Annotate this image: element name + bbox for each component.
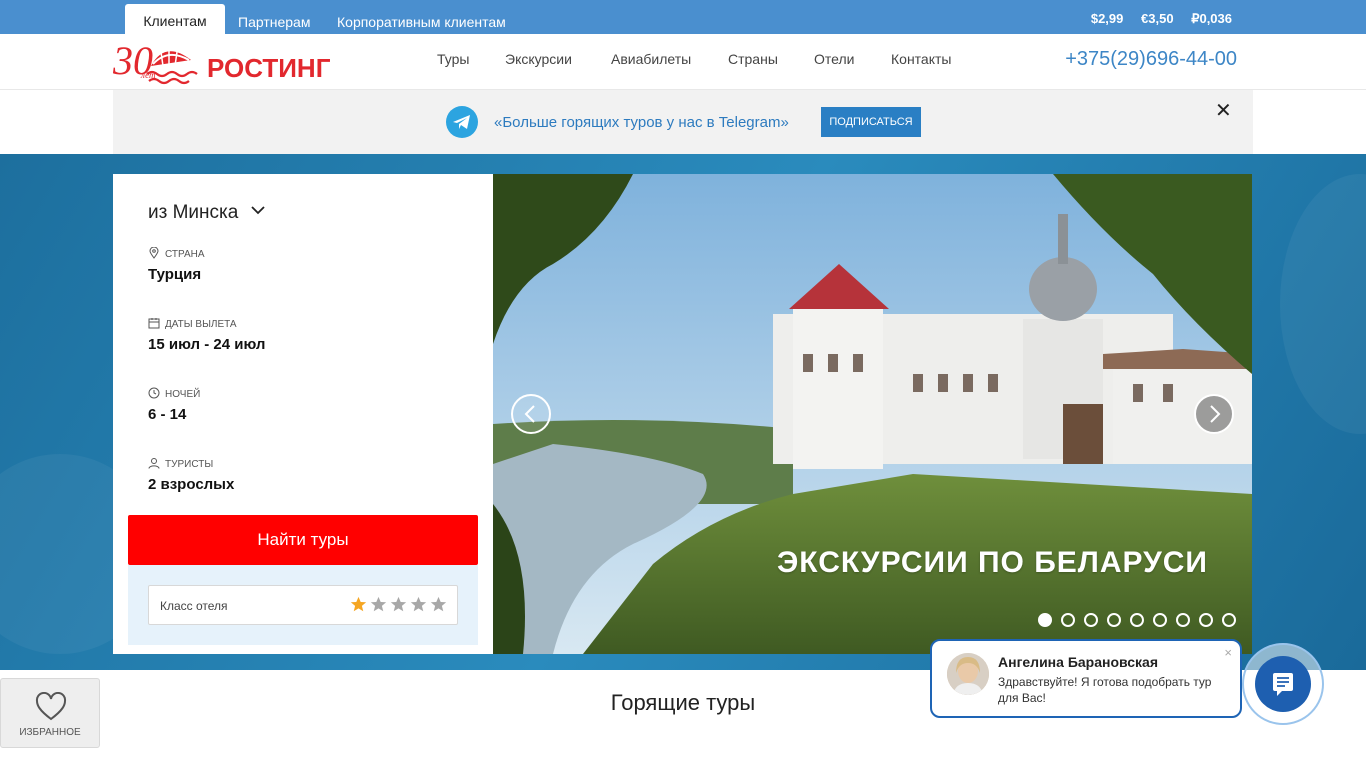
nights-field[interactable]: 6 - 14 [148, 406, 186, 423]
slider-dot[interactable] [1199, 613, 1213, 627]
tourists-label: Туристы [148, 457, 213, 470]
chat-agent-name: Ангелина Барановская [998, 654, 1159, 670]
hotel-class-stars [347, 596, 447, 618]
logo[interactable]: 30 лет РОСТИНГ [112, 38, 338, 88]
favorites-label: ИЗБРАННОЕ [19, 727, 81, 738]
rate-eur: €3,50 [1141, 11, 1174, 26]
country-label: Страна [148, 247, 205, 260]
person-icon [148, 458, 160, 469]
slider-next-button[interactable] [1194, 394, 1234, 434]
tab-corporate[interactable]: Корпоративным клиентам [337, 14, 506, 30]
logo-text: РОСТИНГ [207, 53, 331, 83]
chat-icon [1273, 673, 1293, 696]
decor-leaf [1280, 174, 1366, 434]
slider-dot[interactable] [1038, 613, 1052, 627]
chat-popup[interactable]: Ангелина Барановская Здравствуйте! Я гот… [930, 639, 1242, 718]
star-icon[interactable] [410, 596, 427, 613]
country-field[interactable]: Турция [148, 266, 201, 283]
chevron-right-icon [1210, 405, 1221, 423]
slider-dots [1038, 613, 1245, 632]
nav-hotels[interactable]: Отели [814, 51, 854, 67]
slider-dot[interactable] [1153, 613, 1167, 627]
departure-city-label: из Минска [148, 202, 239, 223]
logo-years-sub: лет [140, 70, 156, 80]
telegram-banner: «Больше горящих туров у нас в Telegram» … [113, 90, 1253, 154]
tourists-field[interactable]: 2 взрослых [148, 476, 234, 493]
rate-rub: ₽0,036 [1191, 11, 1232, 26]
nav-contacts[interactable]: Контакты [891, 51, 951, 67]
chevron-left-icon [524, 405, 535, 423]
slider-dot[interactable] [1084, 613, 1098, 627]
currency-rates: $2,99 €3,50 ₽0,036 [1077, 11, 1232, 27]
favorites-button[interactable]: ИЗБРАННОЕ [0, 678, 100, 748]
subscribe-button[interactable]: ПОДПИСАТЬСЯ [821, 107, 921, 137]
filter-area: Класс отеля [128, 565, 478, 645]
hotel-class-label: Класс отеля [160, 599, 228, 613]
star-icon[interactable] [390, 596, 407, 613]
find-tours-button[interactable]: Найти туры [128, 515, 478, 565]
slider-dot[interactable] [1061, 613, 1075, 627]
tab-partners[interactable]: Партнерам [238, 14, 310, 30]
calendar-icon [148, 318, 160, 329]
main-header: 30 лет РОСТИНГ Туры Экскурсии Авиабилеты… [0, 34, 1366, 90]
dates-field[interactable]: 15 июл - 24 июл [148, 336, 265, 353]
star-icon[interactable] [370, 596, 387, 613]
slide-caption: ЭКСКУРСИИ ПО БЕЛАРУСИ [776, 546, 1208, 579]
tab-clients[interactable]: Клиентам [125, 4, 225, 34]
slider-dot[interactable] [1176, 613, 1190, 627]
chat-close-icon[interactable]: × [1224, 645, 1232, 660]
nights-label: Ночей [148, 387, 200, 400]
chat-message: Здравствуйте! Я готова подобрать тур для… [998, 675, 1212, 705]
nav-tours[interactable]: Туры [437, 51, 469, 67]
slider-dot[interactable] [1107, 613, 1121, 627]
top-bar: Клиентам Партнерам Корпоративным клиента… [0, 0, 1366, 34]
telegram-banner-text[interactable]: «Больше горящих туров у нас в Telegram» [494, 114, 789, 131]
close-icon[interactable]: ✕ [1215, 98, 1232, 123]
tour-search-panel: из Минска Страна Турция Даты вылета 15 и… [113, 174, 493, 654]
hotel-class-filter: Класс отеля [148, 585, 458, 625]
slider-dot[interactable] [1222, 613, 1236, 627]
location-pin-icon [149, 247, 159, 259]
rate-usd: $2,99 [1090, 11, 1124, 26]
slide-image [493, 174, 1252, 654]
nav-excursions[interactable]: Экскурсии [505, 51, 572, 67]
slider-prev-button[interactable] [511, 394, 551, 434]
star-icon[interactable] [350, 596, 367, 613]
clock-icon [148, 387, 160, 399]
chat-open-button[interactable] [1255, 656, 1311, 712]
phone-number[interactable]: +375(29)696-44-00 [1065, 48, 1237, 71]
star-icon[interactable] [430, 596, 447, 613]
dates-label: Даты вылета [148, 317, 237, 330]
departure-city-select[interactable]: из Минска [148, 202, 266, 224]
promo-slider: ЭКСКУРСИИ ПО БЕЛАРУСИ [493, 174, 1252, 654]
nav-countries[interactable]: Страны [728, 51, 778, 67]
telegram-icon [446, 106, 478, 138]
slider-dot[interactable] [1130, 613, 1144, 627]
chevron-down-icon [250, 206, 265, 215]
nav-flights[interactable]: Авиабилеты [611, 51, 691, 67]
avatar [947, 653, 989, 695]
heart-icon [35, 692, 67, 721]
